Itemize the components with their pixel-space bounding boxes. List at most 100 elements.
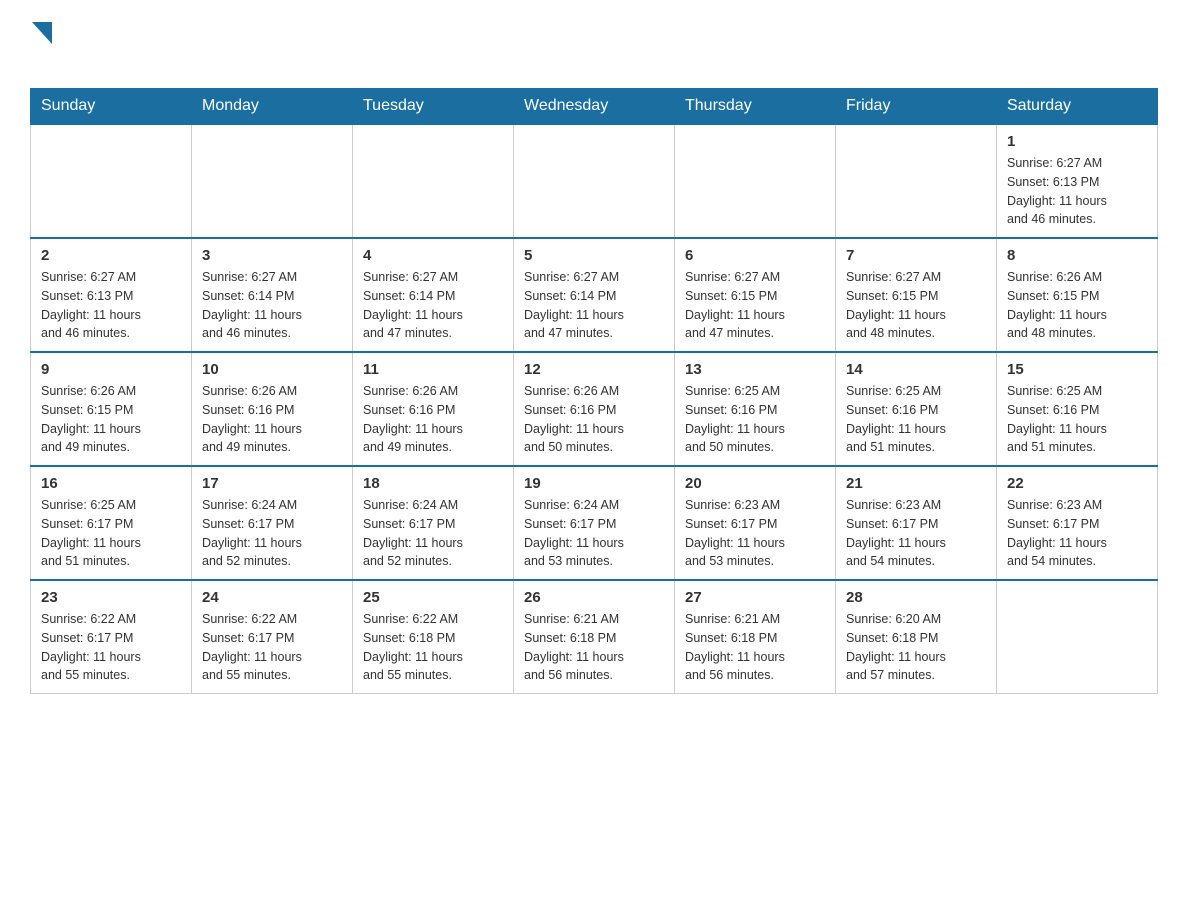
day-number: 7	[846, 247, 986, 264]
calendar-day	[997, 580, 1158, 694]
calendar-day	[353, 124, 514, 238]
day-info: Sunrise: 6:25 AM Sunset: 6:16 PM Dayligh…	[685, 382, 825, 457]
day-header-friday: Friday	[836, 89, 997, 125]
calendar-header-row: SundayMondayTuesdayWednesdayThursdayFrid…	[31, 89, 1158, 125]
day-info: Sunrise: 6:21 AM Sunset: 6:18 PM Dayligh…	[524, 610, 664, 685]
calendar-day: 16 Sunrise: 6:25 AM Sunset: 6:17 PM Dayli…	[31, 466, 192, 580]
day-info: Sunrise: 6:27 AM Sunset: 6:15 PM Dayligh…	[685, 268, 825, 343]
day-info: Sunrise: 6:26 AM Sunset: 6:16 PM Dayligh…	[363, 382, 503, 457]
calendar-day: 3 Sunrise: 6:27 AM Sunset: 6:14 PM Daylig…	[192, 238, 353, 352]
calendar-day: 11 Sunrise: 6:26 AM Sunset: 6:16 PM Dayli…	[353, 352, 514, 466]
calendar-day: 8 Sunrise: 6:26 AM Sunset: 6:15 PM Daylig…	[997, 238, 1158, 352]
day-number: 28	[846, 589, 986, 606]
day-number: 10	[202, 361, 342, 378]
day-header-saturday: Saturday	[997, 89, 1158, 125]
day-info: Sunrise: 6:27 AM Sunset: 6:13 PM Dayligh…	[41, 268, 181, 343]
day-info: Sunrise: 6:20 AM Sunset: 6:18 PM Dayligh…	[846, 610, 986, 685]
calendar-day: 6 Sunrise: 6:27 AM Sunset: 6:15 PM Daylig…	[675, 238, 836, 352]
day-header-tuesday: Tuesday	[353, 89, 514, 125]
calendar-week-row: 9 Sunrise: 6:26 AM Sunset: 6:15 PM Daylig…	[31, 352, 1158, 466]
day-number: 11	[363, 361, 503, 378]
calendar-day: 24 Sunrise: 6:22 AM Sunset: 6:17 PM Dayli…	[192, 580, 353, 694]
day-info: Sunrise: 6:25 AM Sunset: 6:17 PM Dayligh…	[41, 496, 181, 571]
calendar-day: 14Sunrise: 6:25 AM Sunset: 6:16 PM Dayli…	[836, 352, 997, 466]
calendar-day: 12Sunrise: 6:26 AM Sunset: 6:16 PM Dayli…	[514, 352, 675, 466]
calendar-week-row: 1Sunrise: 6:27 AM Sunset: 6:13 PM Daylig…	[31, 124, 1158, 238]
calendar-day: 22 Sunrise: 6:23 AM Sunset: 6:17 PM Dayli…	[997, 466, 1158, 580]
day-header-sunday: Sunday	[31, 89, 192, 125]
calendar-day: 10 Sunrise: 6:26 AM Sunset: 6:16 PM Dayli…	[192, 352, 353, 466]
calendar-day	[836, 124, 997, 238]
calendar-day	[31, 124, 192, 238]
day-number: 9	[41, 361, 181, 378]
day-number: 2	[41, 247, 181, 264]
day-number: 4	[363, 247, 503, 264]
day-number: 5	[524, 247, 664, 264]
calendar-day: 25 Sunrise: 6:22 AM Sunset: 6:18 PM Dayli…	[353, 580, 514, 694]
day-number: 27	[685, 589, 825, 606]
calendar-day: 9 Sunrise: 6:26 AM Sunset: 6:15 PM Daylig…	[31, 352, 192, 466]
day-number: 13	[685, 361, 825, 378]
day-number: 6	[685, 247, 825, 264]
day-info: Sunrise: 6:21 AM Sunset: 6:18 PM Dayligh…	[685, 610, 825, 685]
calendar-week-row: 23 Sunrise: 6:22 AM Sunset: 6:17 PM Dayli…	[31, 580, 1158, 694]
day-number: 17	[202, 475, 342, 492]
calendar-day: 21 Sunrise: 6:23 AM Sunset: 6:17 PM Dayli…	[836, 466, 997, 580]
day-number: 22	[1007, 475, 1147, 492]
day-number: 18	[363, 475, 503, 492]
day-number: 21	[846, 475, 986, 492]
day-header-monday: Monday	[192, 89, 353, 125]
calendar-day: 15Sunrise: 6:25 AM Sunset: 6:16 PM Dayli…	[997, 352, 1158, 466]
day-number: 16	[41, 475, 181, 492]
day-info: Sunrise: 6:27 AM Sunset: 6:14 PM Dayligh…	[202, 268, 342, 343]
calendar-day	[192, 124, 353, 238]
day-info: Sunrise: 6:23 AM Sunset: 6:17 PM Dayligh…	[846, 496, 986, 571]
calendar-day: 1Sunrise: 6:27 AM Sunset: 6:13 PM Daylig…	[997, 124, 1158, 238]
day-number: 20	[685, 475, 825, 492]
calendar-day: 23 Sunrise: 6:22 AM Sunset: 6:17 PM Dayli…	[31, 580, 192, 694]
calendar-day: 26 Sunrise: 6:21 AM Sunset: 6:18 PM Dayli…	[514, 580, 675, 694]
day-info: Sunrise: 6:25 AM Sunset: 6:16 PM Dayligh…	[1007, 382, 1147, 457]
calendar-table: SundayMondayTuesdayWednesdayThursdayFrid…	[30, 88, 1158, 694]
day-info: Sunrise: 6:26 AM Sunset: 6:15 PM Dayligh…	[1007, 268, 1147, 343]
day-info: Sunrise: 6:23 AM Sunset: 6:17 PM Dayligh…	[685, 496, 825, 571]
day-info: Sunrise: 6:25 AM Sunset: 6:16 PM Dayligh…	[846, 382, 986, 457]
day-header-thursday: Thursday	[675, 89, 836, 125]
calendar-day: 4 Sunrise: 6:27 AM Sunset: 6:14 PM Daylig…	[353, 238, 514, 352]
calendar-day: 5 Sunrise: 6:27 AM Sunset: 6:14 PM Daylig…	[514, 238, 675, 352]
logo-triangle-icon	[32, 22, 52, 44]
calendar-week-row: 16 Sunrise: 6:25 AM Sunset: 6:17 PM Dayli…	[31, 466, 1158, 580]
day-info: Sunrise: 6:26 AM Sunset: 6:16 PM Dayligh…	[202, 382, 342, 457]
calendar-day	[675, 124, 836, 238]
calendar-day: 13 Sunrise: 6:25 AM Sunset: 6:16 PM Dayli…	[675, 352, 836, 466]
day-info: Sunrise: 6:27 AM Sunset: 6:13 PM Dayligh…	[1007, 154, 1147, 229]
day-number: 8	[1007, 247, 1147, 264]
day-info: Sunrise: 6:22 AM Sunset: 6:17 PM Dayligh…	[41, 610, 181, 685]
day-number: 25	[363, 589, 503, 606]
logo	[30, 20, 52, 78]
day-info: Sunrise: 6:24 AM Sunset: 6:17 PM Dayligh…	[202, 496, 342, 571]
day-number: 3	[202, 247, 342, 264]
calendar-day: 7 Sunrise: 6:27 AM Sunset: 6:15 PM Daylig…	[836, 238, 997, 352]
calendar-day: 19 Sunrise: 6:24 AM Sunset: 6:17 PM Dayli…	[514, 466, 675, 580]
calendar-day: 2 Sunrise: 6:27 AM Sunset: 6:13 PM Daylig…	[31, 238, 192, 352]
day-info: Sunrise: 6:24 AM Sunset: 6:17 PM Dayligh…	[524, 496, 664, 571]
day-info: Sunrise: 6:27 AM Sunset: 6:14 PM Dayligh…	[363, 268, 503, 343]
calendar-day	[514, 124, 675, 238]
day-info: Sunrise: 6:22 AM Sunset: 6:18 PM Dayligh…	[363, 610, 503, 685]
day-number: 26	[524, 589, 664, 606]
day-info: Sunrise: 6:22 AM Sunset: 6:17 PM Dayligh…	[202, 610, 342, 685]
day-number: 12	[524, 361, 664, 378]
calendar-day: 17 Sunrise: 6:24 AM Sunset: 6:17 PM Dayli…	[192, 466, 353, 580]
day-info: Sunrise: 6:27 AM Sunset: 6:15 PM Dayligh…	[846, 268, 986, 343]
day-number: 24	[202, 589, 342, 606]
calendar-week-row: 2 Sunrise: 6:27 AM Sunset: 6:13 PM Daylig…	[31, 238, 1158, 352]
calendar-day: 18 Sunrise: 6:24 AM Sunset: 6:17 PM Dayli…	[353, 466, 514, 580]
calendar-day: 28 Sunrise: 6:20 AM Sunset: 6:18 PM Dayli…	[836, 580, 997, 694]
day-info: Sunrise: 6:24 AM Sunset: 6:17 PM Dayligh…	[363, 496, 503, 571]
day-number: 23	[41, 589, 181, 606]
day-info: Sunrise: 6:23 AM Sunset: 6:17 PM Dayligh…	[1007, 496, 1147, 571]
day-number: 19	[524, 475, 664, 492]
day-info: Sunrise: 6:27 AM Sunset: 6:14 PM Dayligh…	[524, 268, 664, 343]
day-info: Sunrise: 6:26 AM Sunset: 6:15 PM Dayligh…	[41, 382, 181, 457]
